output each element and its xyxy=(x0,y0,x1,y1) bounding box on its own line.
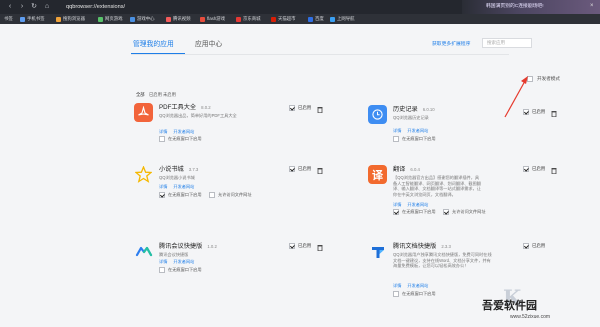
details-link[interactable]: 详情 xyxy=(159,259,167,265)
incognito-checkbox[interactable] xyxy=(159,267,165,273)
extension-card-docs: 腾讯文档快捷版 2.3.3 QQ浏览器用户独享腾讯文档快捷版，免费可同时在线文档一… xyxy=(368,242,578,302)
enable-checkbox[interactable] xyxy=(289,105,295,111)
details-link[interactable]: 详情 xyxy=(393,128,401,134)
bookmarks-bar: 书签 手机书签 搜狗浏览器 网页游戏 游戏中心 腾讯视频 flash游戏 京东商… xyxy=(0,14,600,24)
enable-checkbox[interactable] xyxy=(523,109,529,115)
incognito-option[interactable]: 在无痕窗口下启用 xyxy=(159,267,202,273)
trash-icon[interactable] xyxy=(317,167,323,174)
trash-icon[interactable] xyxy=(551,110,557,117)
enable-toggle[interactable]: 已启用 xyxy=(523,109,545,115)
close-icon[interactable]: × xyxy=(590,3,594,9)
details-link[interactable]: 详情 xyxy=(159,184,167,190)
incognito-option[interactable]: 在无痕窗口下启用 xyxy=(393,136,436,142)
extension-card-meeting: 腾讯会议快捷版 1.0.2 腾讯会议快捷版 详情 开发者网站 在无痕窗口下启用 已启… xyxy=(134,242,344,302)
watermark-url: www.52zixue.com xyxy=(510,314,551,320)
bookmark-item[interactable]: 京东商城 xyxy=(236,15,261,23)
extension-card-translate: 译 翻译 6.0.4 【QQ浏览器官方出品】感谢您的翻译插件，具备人工智能翻译、网… xyxy=(368,165,578,225)
browser-titlebar: ‹ › ↻ ⌂ qqbrowser://extensions/ 韩国满贯别的C连… xyxy=(0,0,600,14)
refresh-icon[interactable]: ↻ xyxy=(30,3,38,11)
enable-toggle[interactable]: 已启用 xyxy=(289,166,311,172)
extension-name: 腾讯文档快捷版 2.3.3 xyxy=(393,243,451,250)
bookmark-item[interactable]: 游戏中心 xyxy=(130,15,155,23)
extension-card-history: 历史记录 6.0.10 QQ浏览器历史记录 详情 开发者网站 在无痕窗口下启用 已启… xyxy=(368,105,578,165)
developer-site-link[interactable]: 开发者网站 xyxy=(407,283,428,289)
enable-checkbox[interactable] xyxy=(523,243,529,249)
bookmark-item[interactable]: 搜狗浏览器 xyxy=(56,15,85,23)
trash-icon[interactable] xyxy=(317,106,323,113)
trash-icon[interactable] xyxy=(551,167,557,174)
developer-site-link[interactable]: 开发者网站 xyxy=(407,128,428,134)
watermark-title: 吾爱软件园 xyxy=(482,300,537,312)
file-access-checkbox[interactable] xyxy=(209,192,215,198)
incognito-checkbox[interactable] xyxy=(393,291,399,297)
details-link[interactable]: 详情 xyxy=(393,202,401,208)
incognito-option[interactable]: 在无痕窗口下启用 xyxy=(159,192,202,198)
extension-name: 腾讯会议快捷版 1.0.2 xyxy=(159,243,217,250)
bookmark-item[interactable]: 腾讯视频 xyxy=(166,15,191,23)
back-icon[interactable]: ‹ xyxy=(6,3,14,11)
file-access-option[interactable]: 允许访问文件网址 xyxy=(209,192,252,198)
enable-checkbox[interactable] xyxy=(523,166,529,172)
extension-name: PDF工具大全 8.0.2 xyxy=(159,104,211,111)
trash-icon[interactable] xyxy=(317,244,323,251)
home-icon[interactable]: ⌂ xyxy=(43,3,51,11)
bookmark-item[interactable]: flash游戏 xyxy=(200,15,225,23)
details-link[interactable]: 详情 xyxy=(393,283,401,289)
meeting-icon xyxy=(134,242,153,261)
enable-checkbox[interactable] xyxy=(289,166,295,172)
incognito-checkbox[interactable] xyxy=(393,209,399,215)
enable-toggle[interactable]: 已启用 xyxy=(523,243,545,249)
enable-toggle[interactable]: 已启用 xyxy=(523,166,545,172)
extension-card-pdf: PDF工具大全 8.0.2 QQ浏览器出品，简单好用的PDF工具大全 详情 开发者网… xyxy=(134,103,344,163)
extension-description: 【QQ浏览器官方出品】感谢您的翻译插件，具备人工智能翻译、网页翻译、划词翻译、截… xyxy=(393,175,481,197)
extension-description: QQ浏览器出品，简单好用的PDF工具大全 xyxy=(159,113,237,118)
translate-icon: 译 xyxy=(368,165,387,184)
extension-description: 腾讯会议快捷版 xyxy=(159,252,189,257)
address-bar[interactable]: qqbrowser://extensions/ xyxy=(66,3,125,11)
bookmark-item[interactable]: 百度 xyxy=(308,15,324,23)
extension-description: QQ浏览器用户独享腾讯文档快捷版，免费可同时在线文档一键建议，支持在线Word、… xyxy=(393,252,492,268)
extension-card-novel: 小说书城 3.7.3 QQ浏览器小说书城 详情 开发者网站 在无痕窗口下启用 允许访… xyxy=(134,165,344,225)
extension-description: QQ浏览器小说书城 xyxy=(159,175,195,180)
extension-name: 翻译 6.0.4 xyxy=(393,166,420,173)
extensions-page: 管理我的应用 应用中心 获取更多扩展程序 搜索应用 全部 已启用 未启用 开发者… xyxy=(0,24,600,327)
file-access-option[interactable]: 允许访问文件网址 xyxy=(443,209,486,215)
developer-site-link[interactable]: 开发者网站 xyxy=(173,129,194,135)
ad-banner-text: 韩国满贯别的C连接剧场吧! xyxy=(486,4,544,9)
incognito-option[interactable]: 在无痕窗口下启用 xyxy=(393,209,436,215)
developer-site-link[interactable]: 开发者网站 xyxy=(173,184,194,190)
enable-checkbox[interactable] xyxy=(289,243,295,249)
bookmark-item[interactable]: 书签 xyxy=(4,15,13,23)
bookmark-item[interactable]: 上网导航 xyxy=(330,15,355,23)
bookmark-item[interactable]: 天猫超市 xyxy=(271,15,296,23)
enable-toggle[interactable]: 已启用 xyxy=(289,243,311,249)
incognito-option[interactable]: 在无痕窗口下启用 xyxy=(393,291,436,297)
extension-name: 小说书城 3.7.3 xyxy=(159,166,199,173)
clock-icon xyxy=(368,105,387,124)
file-access-checkbox[interactable] xyxy=(443,209,449,215)
incognito-checkbox[interactable] xyxy=(159,136,165,142)
incognito-checkbox[interactable] xyxy=(159,192,165,198)
bookmark-item[interactable]: 网页游戏 xyxy=(98,15,123,23)
docs-icon xyxy=(368,242,387,261)
pdf-icon xyxy=(134,103,153,122)
bookmark-item[interactable]: 手机书签 xyxy=(20,15,45,23)
developer-site-link[interactable]: 开发者网站 xyxy=(407,202,428,208)
enable-toggle[interactable]: 已启用 xyxy=(289,105,311,111)
incognito-option[interactable]: 在无痕窗口下启用 xyxy=(159,136,202,142)
details-link[interactable]: 详情 xyxy=(159,129,167,135)
developer-site-link[interactable]: 开发者网站 xyxy=(173,259,194,265)
forward-icon[interactable]: › xyxy=(18,3,26,11)
star-icon xyxy=(134,165,153,184)
extension-description: QQ浏览器历史记录 xyxy=(393,115,429,120)
extension-name: 历史记录 6.0.10 xyxy=(393,106,435,113)
incognito-checkbox[interactable] xyxy=(393,136,399,142)
